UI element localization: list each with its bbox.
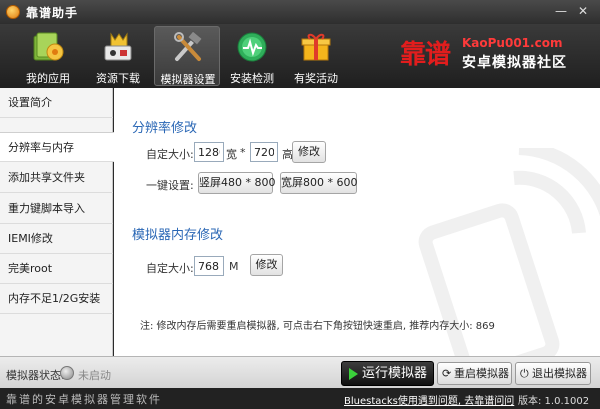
sidebar-item-resolution-memory[interactable]: 分辨率与内存 (0, 132, 114, 162)
nav-resource-download[interactable]: 资源下载 (85, 26, 151, 86)
play-icon (349, 368, 358, 380)
exit-emulator-button[interactable]: ⏻ 退出模拟器 (515, 362, 591, 385)
brand-url: KaoPu001.com (462, 36, 563, 50)
run-emulator-button[interactable]: 运行模拟器 (341, 361, 434, 386)
app-logo-icon (6, 5, 20, 19)
nav-reward-activity[interactable]: 有奖活动 (283, 26, 349, 86)
emulator-status-label: 模拟器状态: (6, 369, 65, 382)
version-label: 版本: 1.0.1002 (518, 396, 590, 407)
memory-note: 注: 修改内存后需要重启模拟器, 可点击右下角按钮快速重启, 推荐内存大小: 8… (140, 321, 495, 332)
memory-modify-button[interactable]: 修改 (250, 254, 283, 276)
status-indicator-icon (60, 366, 74, 380)
nav-install-check-label: 安装检测 (230, 72, 274, 85)
app-title: 靠谱助手 (26, 6, 79, 20)
sidebar-item-settings-intro[interactable]: 设置简介 (0, 88, 113, 118)
restart-icon: ⟳ (442, 367, 452, 380)
resolution-modify-button[interactable]: 修改 (292, 141, 326, 163)
close-button[interactable]: ✕ (574, 3, 592, 20)
width-unit-label: 宽 (226, 148, 237, 161)
minimize-button[interactable]: — (552, 3, 570, 20)
sidebar-item-perfect-root[interactable]: 完美root (0, 254, 113, 284)
brand-slogan: 安卓模拟器社区 (462, 55, 567, 71)
run-emulator-label: 运行模拟器 (362, 366, 428, 381)
portrait-preset-button[interactable]: 竖屏480 * 800 (198, 172, 275, 194)
sidebar-item-iemi-modify[interactable]: IEMI修改 (0, 224, 113, 254)
nav-emulator-settings-label: 模拟器设置 (160, 73, 216, 86)
bottom-bar: 模拟器状态: 未启动 运行模拟器 ⟳ 重启模拟器 ⏻ 退出模拟器 (0, 356, 600, 388)
resource-download-icon (104, 32, 132, 61)
install-check-icon (237, 32, 267, 62)
my-apps-icon (33, 32, 64, 61)
memory-custom-label: 自定大小: (146, 262, 194, 275)
times-symbol: * (240, 146, 246, 159)
memory-unit-label: M (229, 260, 239, 273)
emulator-settings-icon (174, 31, 203, 61)
restart-emulator-label: 重启模拟器 (454, 367, 509, 380)
gift-icon (301, 33, 331, 61)
brand-banner: 靠谱 KaoPu001.com 安卓模拟器社区 (400, 34, 596, 82)
resolution-custom-label: 自定大小: (146, 148, 194, 161)
resolution-height-input[interactable] (250, 142, 278, 162)
landscape-preset-button[interactable]: 宽屏800 * 600 (280, 172, 357, 194)
sidebar-item-shared-folder[interactable]: 添加共享文件夹 (0, 163, 113, 193)
nav-resource-download-label: 资源下载 (96, 72, 140, 85)
emulator-status-value: 未启动 (78, 369, 111, 382)
footer-slogan: 靠谱的安卓模拟器管理软件 (6, 393, 162, 406)
memory-size-input[interactable] (194, 256, 224, 276)
footer-bar: 靠谱的安卓模拟器管理软件 Bluestacks使用遇到问题, 去靠谱问问 版本:… (0, 388, 600, 409)
nav-my-apps[interactable]: 我的应用 (15, 26, 81, 86)
power-icon: ⏻ (520, 367, 529, 380)
restart-emulator-button[interactable]: ⟳ 重启模拟器 (437, 362, 512, 385)
settings-sidebar: 设置简介 分辨率与内存 添加共享文件夹 重力键脚本导入 IEMI修改 完美roo… (0, 88, 114, 356)
resolution-width-input[interactable] (194, 142, 224, 162)
resolution-section-title: 分辨率修改 (132, 121, 198, 136)
exit-emulator-label: 退出模拟器 (532, 367, 587, 380)
memory-section-title: 模拟器内存修改 (132, 228, 224, 243)
settings-panel: 分辨率修改 自定大小: 宽 * 高 修改 一键设置: 竖屏480 * 800 宽… (114, 88, 600, 356)
nav-emulator-settings[interactable]: 模拟器设置 (154, 26, 220, 86)
sidebar-item-gravity-script[interactable]: 重力键脚本导入 (0, 194, 113, 224)
help-link[interactable]: Bluestacks使用遇到问题, 去靠谱问问 (344, 392, 514, 407)
preset-label: 一键设置: (146, 179, 194, 192)
brand-logo: 靠谱 (400, 40, 451, 70)
nav-install-check[interactable]: 安装检测 (219, 26, 285, 86)
nav-my-apps-label: 我的应用 (26, 72, 70, 85)
main-toolbar: 我的应用 资源下载 模拟器设置 安装检测 有奖活动 靠谱 KaoPu001.co… (0, 24, 600, 88)
nav-reward-activity-label: 有奖活动 (294, 72, 338, 85)
title-bar: 靠谱助手 — ✕ (0, 0, 600, 24)
sidebar-item-low-memory-install[interactable]: 内存不足1/2G安装 (0, 284, 113, 314)
